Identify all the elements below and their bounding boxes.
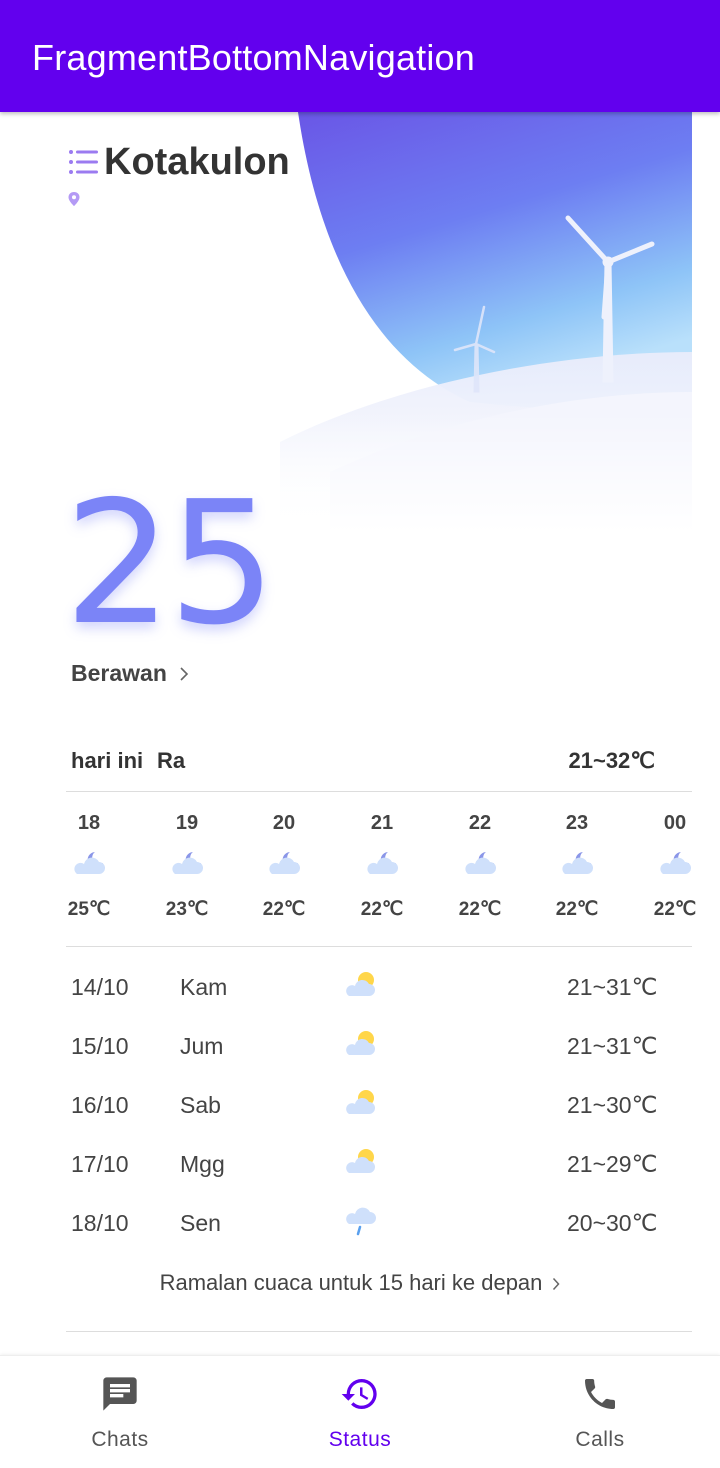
nav-label-calls: Calls <box>575 1428 625 1451</box>
partly-cloudy-icon <box>344 968 378 1000</box>
hour-time: 18 <box>77 812 101 834</box>
partly-cloudy-icon <box>344 1027 378 1059</box>
history-icon <box>341 1379 377 1409</box>
location-row[interactable]: Kotakulon <box>68 140 290 183</box>
hourly-item: 00 22℃ <box>635 808 715 921</box>
cloudy-night-icon <box>364 848 400 878</box>
cloudy-night-icon <box>462 848 498 878</box>
hourly-item: 19 23℃ <box>147 808 227 921</box>
day-temp-range: 21~31℃ <box>567 1033 658 1059</box>
chevron-right-icon <box>180 666 189 681</box>
daily-forecast-row[interactable]: 17/10 Mgg 21~29℃ <box>0 1145 720 1185</box>
cloudy-night-icon <box>657 848 693 878</box>
day-date: 16/10 <box>71 1092 129 1118</box>
daily-forecast-row[interactable]: 16/10 Sab 21~30℃ <box>0 1086 720 1126</box>
location-pin-icon <box>68 192 80 206</box>
app-title: FragmentBottomNavigation <box>32 37 476 78</box>
day-name: Sab <box>180 1092 221 1118</box>
cloudy-night-icon <box>169 848 205 878</box>
hour-time: 19 <box>175 812 199 834</box>
today-temp-range: 21~32℃ <box>568 748 656 773</box>
divider <box>66 791 692 792</box>
today-summary: hari ini Ra 21~32℃ <box>71 748 691 778</box>
bottom-navigation: Chats Status Calls <box>0 1355 720 1468</box>
divider <box>66 946 692 947</box>
today-condition: Ra <box>157 748 186 773</box>
city-list-icon[interactable] <box>68 147 100 177</box>
nav-item-calls[interactable]: Calls <box>480 1356 720 1468</box>
hour-time: 00 <box>663 812 687 834</box>
day-date: 17/10 <box>71 1151 129 1177</box>
cloudy-night-icon <box>559 848 595 878</box>
day-temp-range: 21~30℃ <box>567 1092 658 1118</box>
hourly-forecast[interactable]: 18 25℃ 19 23℃ 20 22℃ 21 22℃ 22 22℃ 23 22℃ 00 22℃ <box>0 808 720 938</box>
hour-time: 20 <box>272 812 296 834</box>
current-condition-link[interactable]: Berawan <box>71 660 189 687</box>
hourly-item: 21 22℃ <box>342 808 422 921</box>
nav-label-chats: Chats <box>91 1428 149 1451</box>
hourly-item: 18 25℃ <box>49 808 129 921</box>
chat-icon <box>103 1377 137 1411</box>
hour-time: 22 <box>468 812 492 834</box>
hour-temperature: 22℃ <box>653 899 697 920</box>
hour-temperature: 22℃ <box>360 899 404 920</box>
nav-item-chats[interactable]: Chats <box>0 1356 240 1468</box>
day-temp-range: 21~29℃ <box>567 1151 658 1177</box>
current-temperature: 25 <box>64 465 276 663</box>
day-temp-range: 21~31℃ <box>567 974 658 1000</box>
current-condition: Berawan <box>71 660 167 686</box>
hourly-item: 23 22℃ <box>537 808 617 921</box>
daily-forecast-row[interactable]: 15/10 Jum 21~31℃ <box>0 1027 720 1067</box>
cloudy-night-icon <box>266 848 302 878</box>
day-name: Sen <box>180 1210 221 1236</box>
today-label: hari ini <box>71 748 144 773</box>
hour-temperature: 25℃ <box>67 899 111 920</box>
partly-cloudy-icon <box>344 1145 378 1177</box>
nav-label-status: Status <box>328 1428 392 1451</box>
hour-temperature: 22℃ <box>262 899 306 920</box>
hour-temperature: 22℃ <box>458 899 502 920</box>
app-bar: FragmentBottomNavigation <box>0 0 720 112</box>
rain-icon <box>344 1204 378 1236</box>
day-name: Jum <box>180 1033 224 1059</box>
divider <box>66 1331 692 1332</box>
hour-time: 21 <box>370 812 394 834</box>
day-temp-range: 20~30℃ <box>567 1210 658 1236</box>
city-name: Kotakulon <box>104 140 290 183</box>
hour-temperature: 23℃ <box>165 899 209 920</box>
daily-forecast-row[interactable]: 14/10 Kam 21~31℃ <box>0 968 720 1008</box>
chevron-right-icon <box>553 1278 560 1291</box>
day-date: 15/10 <box>71 1033 129 1059</box>
day-name: Kam <box>180 974 228 1000</box>
hourly-item: 22 22℃ <box>440 808 520 921</box>
forecast-15-days-link[interactable]: Ramalan cuaca untuk 15 hari ke depan <box>0 1270 720 1296</box>
daily-forecast-row[interactable]: 18/10 Sen 20~30℃ <box>0 1204 720 1244</box>
phone-icon <box>585 1379 615 1409</box>
forecast-link-label: Ramalan cuaca untuk 15 hari ke depan <box>159 1270 543 1295</box>
nav-item-status[interactable]: Status <box>240 1356 480 1468</box>
day-date: 14/10 <box>71 974 129 1000</box>
day-name: Mgg <box>180 1151 225 1177</box>
hourly-item: 20 22℃ <box>244 808 324 921</box>
partly-cloudy-icon <box>344 1086 378 1118</box>
weather-content[interactable]: Kotakulon 25 Berawan hari ini Ra 21~32℃ … <box>0 112 720 1355</box>
hour-temperature: 22℃ <box>555 899 599 920</box>
cloudy-night-icon <box>71 848 107 878</box>
hour-time: 23 <box>565 812 589 834</box>
day-date: 18/10 <box>71 1210 129 1236</box>
